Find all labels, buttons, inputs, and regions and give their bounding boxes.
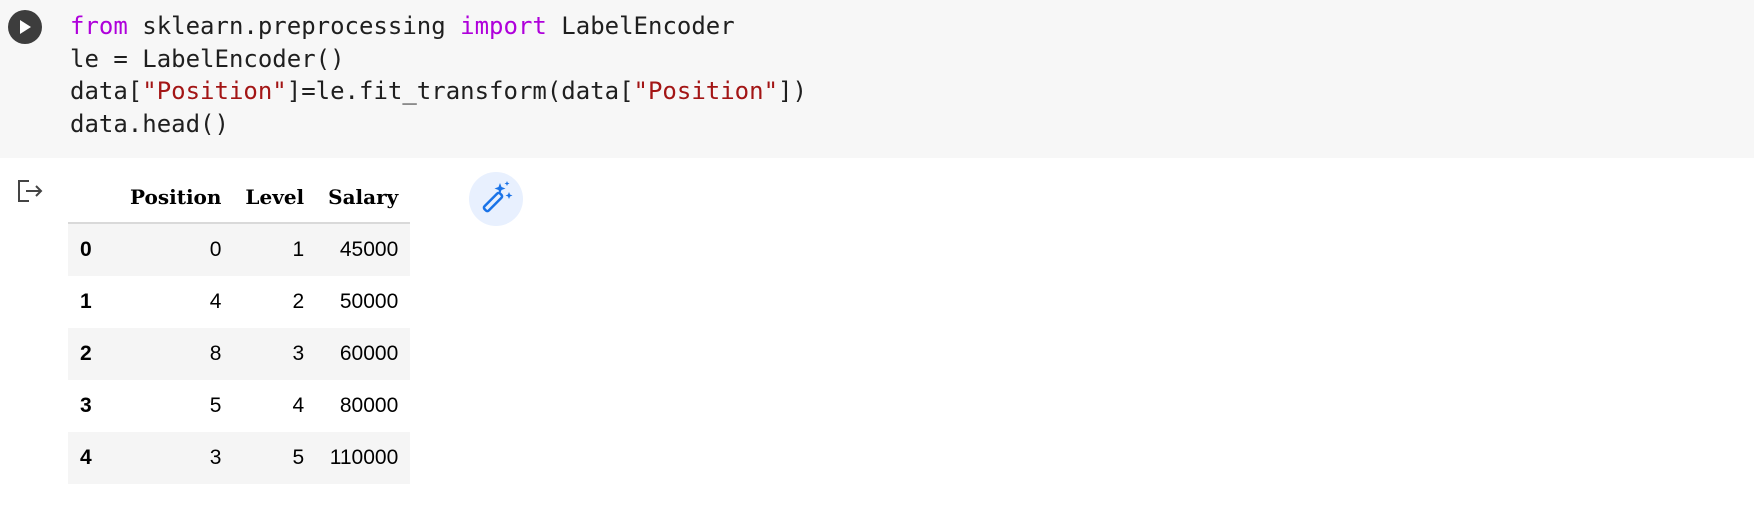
cell-level: 4 xyxy=(233,380,317,432)
code-line: data["Position"]=le.fit_transform(data["… xyxy=(70,75,807,108)
code-line: le = LabelEncoder() xyxy=(70,43,807,76)
table-row: 0 0 1 45000 xyxy=(68,223,411,276)
index-header xyxy=(68,172,118,224)
cell-salary: 110000 xyxy=(316,432,411,484)
magic-wand-icon xyxy=(482,181,513,213)
code-text: le = LabelEncoder() xyxy=(70,44,345,73)
cell-position: 3 xyxy=(118,432,234,484)
cell-level: 2 xyxy=(233,276,317,328)
row-index: 2 xyxy=(68,328,118,380)
table-row: 2 8 3 60000 xyxy=(68,328,411,380)
code-keyword: from xyxy=(70,12,128,40)
code-text: sklearn.preprocessing xyxy=(127,12,461,40)
row-index: 3 xyxy=(68,380,118,432)
cell-position: 0 xyxy=(118,223,234,276)
column-header-position: Position xyxy=(118,172,234,224)
cell-level: 3 xyxy=(233,328,317,380)
code-keyword: import xyxy=(460,12,547,40)
code-text: data[ xyxy=(70,77,143,105)
code-string: "Position" xyxy=(142,77,287,105)
cell-position: 5 xyxy=(118,380,234,432)
table-row: 3 5 4 80000 xyxy=(68,380,411,432)
dataframe-table: Position Level Salary 0 0 1 45000 1 4 2 … xyxy=(68,172,411,484)
code-line: data.head() xyxy=(70,108,807,141)
code-text: ]) xyxy=(778,77,807,105)
cell-salary: 50000 xyxy=(316,276,411,328)
cell-position: 8 xyxy=(118,328,234,380)
code-text: ]=le.fit_transform(data[ xyxy=(286,77,634,105)
code-text: LabelEncoder xyxy=(546,12,735,40)
table-header-row: Position Level Salary xyxy=(68,172,411,224)
row-index: 4 xyxy=(68,432,118,484)
row-index: 0 xyxy=(68,223,118,276)
play-icon xyxy=(20,20,31,34)
code-editor[interactable]: from sklearn.preprocessing import LabelE… xyxy=(70,10,807,140)
column-header-salary: Salary xyxy=(316,172,411,224)
cell-salary: 60000 xyxy=(316,328,411,380)
cell-salary: 45000 xyxy=(316,223,411,276)
code-line: from sklearn.preprocessing import LabelE… xyxy=(70,10,807,43)
cell-level: 1 xyxy=(233,223,317,276)
output-arrow-icon[interactable] xyxy=(16,178,44,204)
code-string: "Position" xyxy=(633,77,779,105)
run-cell-button[interactable] xyxy=(8,10,42,44)
cell-level: 5 xyxy=(233,432,317,484)
code-cell[interactable]: from sklearn.preprocessing import LabelE… xyxy=(0,0,1754,158)
cell-salary: 80000 xyxy=(316,380,411,432)
column-header-level: Level xyxy=(233,172,317,224)
table-row: 4 3 5 110000 xyxy=(68,432,411,484)
suggest-chart-button[interactable] xyxy=(469,172,523,226)
cell-position: 4 xyxy=(118,276,234,328)
table-row: 1 4 2 50000 xyxy=(68,276,411,328)
code-text: data.head() xyxy=(70,109,229,138)
row-index: 1 xyxy=(68,276,118,328)
